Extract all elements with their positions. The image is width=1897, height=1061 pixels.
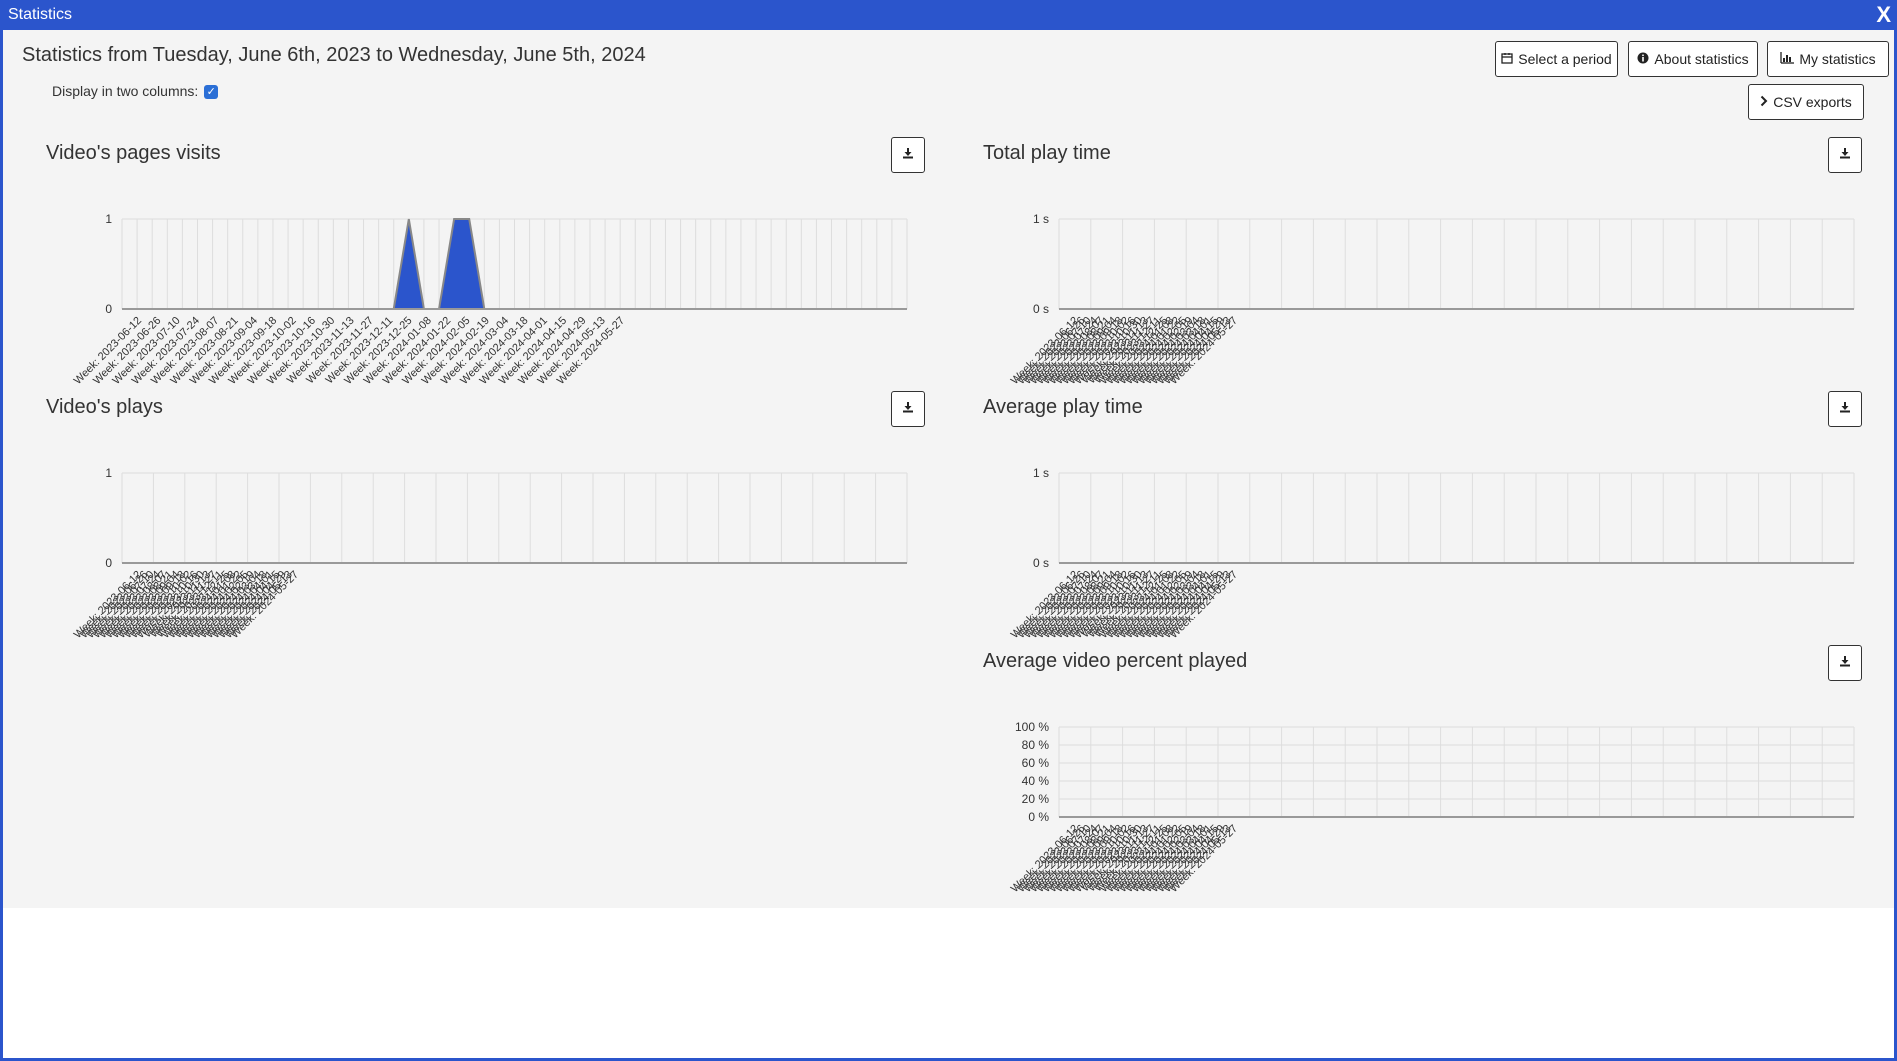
chart-page-visits: 01Week: 2023-06-12Week: 2023-06-26Week: … (72, 212, 908, 387)
select-period-button[interactable]: Select a period (1495, 41, 1618, 77)
y-tick-label: 1 (105, 466, 112, 480)
chart-title-plays: Video's plays (46, 396, 163, 418)
chart-plays: 01Week: 2023-06-12Week: 2023-06-26Week: … (72, 466, 908, 641)
about-statistics-button[interactable]: About statistics (1628, 41, 1758, 77)
y-tick-label: 20 % (1022, 792, 1050, 806)
chart-title-page-visits: Video's pages visits (46, 142, 221, 164)
download-page-visits-button[interactable] (891, 137, 925, 173)
window-title-bar: Statistics X (0, 0, 1897, 30)
y-tick-label: 60 % (1022, 756, 1050, 770)
chart-total-play-time: 0 s1 sWeek: 2023-06-12Week: 2023-06-26We… (1009, 212, 1855, 387)
download-plays-button[interactable] (891, 391, 925, 427)
page-title: Statistics from Tuesday, June 6th, 2023 … (22, 44, 646, 66)
two-columns-label: Display in two columns: (52, 83, 199, 99)
chevron-right-icon (1760, 95, 1768, 110)
statistics-window: Statistics from Tuesday, June 6th, 2023 … (3, 30, 1894, 1058)
info-circle-icon (1637, 52, 1649, 67)
chart-title-average-play-time: Average play time (983, 396, 1143, 418)
my-statistics-label: My statistics (1799, 51, 1876, 67)
y-tick-label: 0 (105, 302, 112, 316)
statistics-panel: Statistics from Tuesday, June 6th, 2023 … (3, 30, 1894, 908)
chart-title-average-percent-played: Average video percent played (983, 650, 1248, 672)
calendar-icon (1501, 52, 1513, 67)
download-total-play-time-button[interactable] (1828, 137, 1862, 173)
y-tick-label: 0 s (1033, 556, 1049, 570)
chart-average-play-time: 0 s1 sWeek: 2023-06-12Week: 2023-06-26We… (1009, 466, 1855, 641)
download-average-play-time-button[interactable] (1828, 391, 1862, 427)
download-average-percent-played-button[interactable] (1828, 645, 1862, 681)
download-icon (902, 400, 914, 418)
download-icon (1839, 654, 1851, 672)
csv-exports-button[interactable]: CSV exports (1748, 84, 1864, 120)
window-title: Statistics (8, 6, 73, 23)
y-tick-label: 0 (105, 556, 112, 570)
two-columns-option: Display in two columns: ✓ (52, 83, 219, 99)
y-tick-label: 1 (105, 212, 112, 226)
chart-title-total-play-time: Total play time (983, 142, 1111, 164)
two-columns-checkbox[interactable]: ✓ (204, 85, 219, 99)
bar-chart-icon (1780, 51, 1795, 67)
my-statistics-button[interactable]: My statistics (1767, 41, 1889, 77)
about-statistics-label: About statistics (1654, 51, 1749, 67)
close-button[interactable]: X (1876, 4, 1891, 26)
y-tick-label: 1 s (1033, 466, 1049, 480)
y-tick-label: 40 % (1022, 774, 1050, 788)
download-icon (1839, 400, 1851, 418)
y-tick-label: 80 % (1022, 738, 1050, 752)
y-tick-label: 0 s (1033, 302, 1049, 316)
download-icon (902, 146, 914, 164)
y-tick-label: 100 % (1015, 720, 1049, 734)
select-period-label: Select a period (1518, 51, 1612, 67)
chart-average-percent-played: 0 %20 %40 %60 %80 %100 %Week: 2023-06-12… (1009, 720, 1855, 895)
y-tick-label: 0 % (1028, 810, 1049, 824)
download-icon (1839, 146, 1851, 164)
y-tick-label: 1 s (1033, 212, 1049, 226)
csv-exports-label: CSV exports (1773, 94, 1852, 110)
